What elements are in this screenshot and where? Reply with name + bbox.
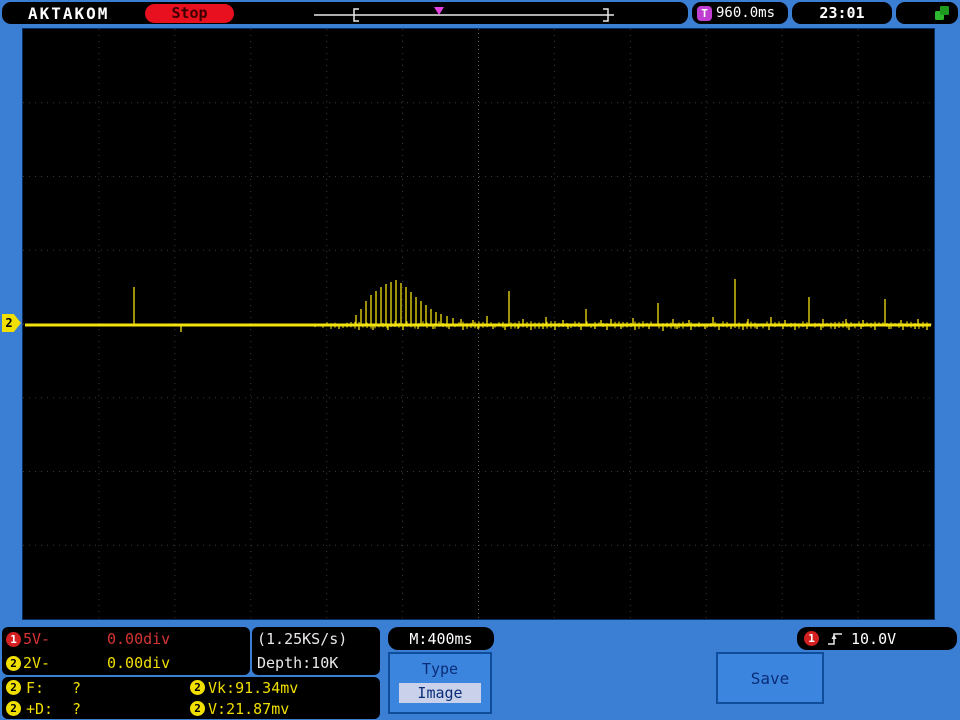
channel2-badge-icon: 2 bbox=[6, 701, 21, 716]
trigger-info-badge: 1 10.0V bbox=[797, 627, 957, 650]
trigger-position-marker-icon bbox=[434, 7, 444, 15]
waveform-canvas bbox=[23, 29, 934, 619]
measurement-value: ? bbox=[72, 678, 82, 697]
waveform-display bbox=[22, 28, 935, 620]
trigger-t-icon: T bbox=[697, 5, 712, 21]
channel2-position: 0.00div bbox=[107, 654, 171, 672]
brand-logo: AKTAKOM bbox=[28, 3, 110, 23]
clock-segment: 23:01 bbox=[792, 2, 892, 24]
channel2-scale: 2V- bbox=[23, 654, 51, 672]
run-state-badge: Stop bbox=[145, 3, 234, 23]
channel2-badge-icon: 2 bbox=[6, 655, 21, 671]
channel1-position: 0.00div bbox=[107, 630, 171, 648]
measurement-label: +D: bbox=[26, 699, 54, 718]
measurement-value: ? bbox=[72, 699, 82, 718]
channel2-position-marker: 2 bbox=[2, 314, 21, 332]
trigger-time-segment: T 960.0ms bbox=[692, 2, 788, 24]
menu-title: Type bbox=[421, 660, 459, 678]
save-type-menu-button[interactable]: Type Image bbox=[388, 652, 492, 714]
usb-status-segment bbox=[896, 2, 958, 24]
measurement-label: V: bbox=[208, 699, 227, 718]
trigger-level-value: 10.0V bbox=[851, 629, 897, 648]
channel1-row: 1 5V- 0.00div bbox=[2, 627, 250, 651]
channel2-badge-icon: 2 bbox=[6, 680, 21, 695]
measurement-panel: 2 F: ? 2 Vk: 91.34mv 2 +D: ? 2 V: 21.87m… bbox=[2, 677, 380, 719]
memory-depth: Depth:10K bbox=[257, 654, 339, 672]
usb-storage-icon bbox=[935, 6, 949, 20]
measurement-value: 21.87mv bbox=[226, 699, 290, 718]
trigger-time-value: 960.0ms bbox=[716, 5, 776, 21]
timebase-badge: M:400ms bbox=[388, 627, 494, 650]
channel1-scale: 5V- bbox=[23, 630, 51, 648]
channel2-badge-icon: 2 bbox=[190, 680, 205, 695]
trigger-source-badge-icon: 1 bbox=[804, 631, 819, 646]
channel1-badge-icon: 1 bbox=[6, 631, 21, 647]
channel2-row: 2 2V- 0.00div bbox=[2, 651, 250, 675]
measurement-label: Vk: bbox=[208, 678, 236, 697]
measurement-row-2: 2 +D: ? 2 V: 21.87mv bbox=[2, 698, 380, 719]
measurement-row-1: 2 F: ? 2 Vk: 91.34mv bbox=[2, 677, 380, 698]
trigger-position-bar bbox=[314, 7, 614, 22]
channel2-badge-icon: 2 bbox=[190, 701, 205, 716]
save-button[interactable]: Save bbox=[716, 652, 824, 704]
channel-scale-panel: 1 5V- 0.00div 2 2V- 0.00div bbox=[2, 627, 250, 675]
oscilloscope-ui: AKTAKOM Stop T 960.0ms 23:01 2 1 5V- 0.0… bbox=[0, 0, 960, 720]
sample-rate: (1.25KS/s) bbox=[257, 630, 348, 648]
menu-selected-option[interactable]: Image bbox=[399, 683, 481, 703]
acquisition-panel: (1.25KS/s) Depth:10K bbox=[252, 627, 380, 675]
measurement-value: 91.34mv bbox=[235, 678, 299, 697]
rising-edge-icon bbox=[828, 632, 842, 645]
top-status-bar: AKTAKOM Stop T 960.0ms 23:01 bbox=[0, 0, 960, 26]
measurement-label: F: bbox=[26, 678, 45, 697]
top-bar-main-segment: AKTAKOM Stop bbox=[2, 2, 688, 24]
clock: 23:01 bbox=[819, 4, 865, 22]
